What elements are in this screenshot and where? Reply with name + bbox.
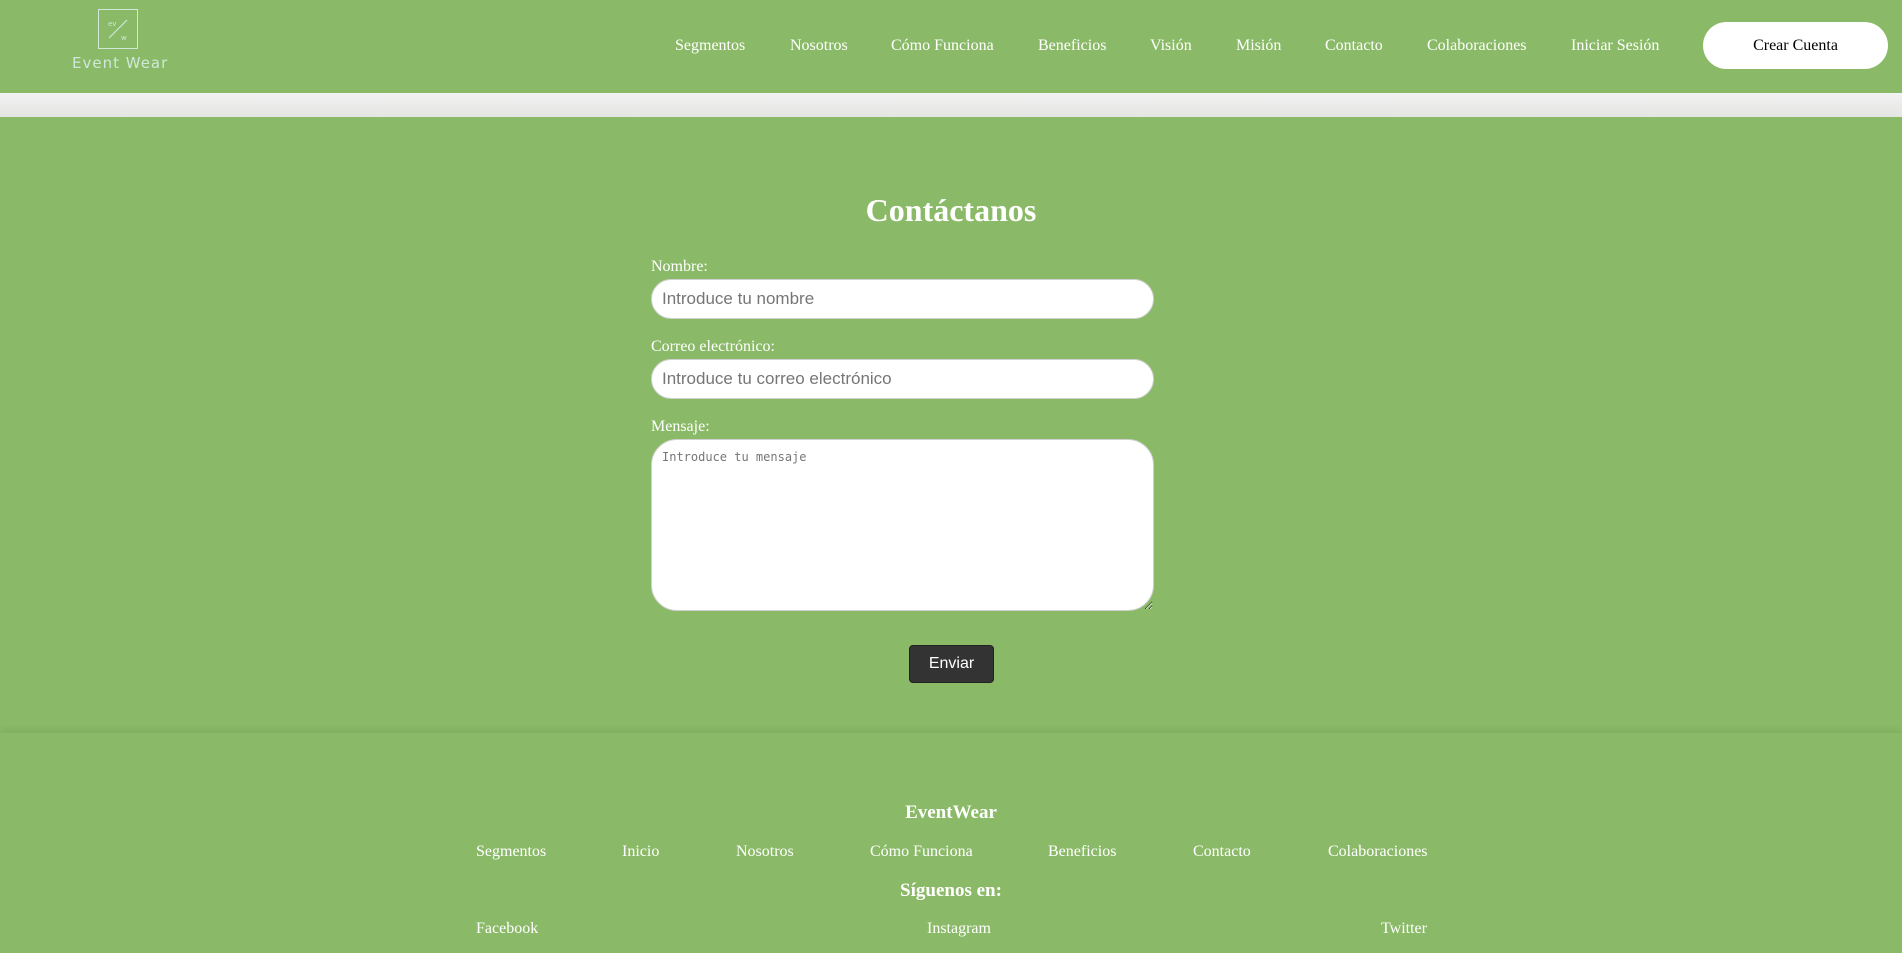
- message-textarea[interactable]: [651, 439, 1154, 611]
- site-header: ev w Event Wear Segmentos Nosotros Cómo …: [0, 0, 1902, 93]
- nav-link-colaboraciones[interactable]: Colaboraciones: [1427, 37, 1527, 55]
- nav-link-segmentos[interactable]: Segmentos: [675, 37, 745, 55]
- create-account-button[interactable]: Crear Cuenta: [1703, 22, 1888, 69]
- social-link-twitter[interactable]: Twitter: [1381, 920, 1427, 938]
- nav-link-iniciar-sesion[interactable]: Iniciar Sesión: [1571, 37, 1659, 55]
- svg-text:w: w: [121, 34, 127, 42]
- social-link-facebook[interactable]: Facebook: [476, 920, 538, 938]
- footer-link-inicio[interactable]: Inicio: [622, 843, 659, 861]
- name-input[interactable]: [651, 279, 1154, 319]
- message-label: Mensaje:: [651, 418, 710, 435]
- svg-text:ev: ev: [108, 20, 116, 28]
- site-footer: EventWear Segmentos Inicio Nosotros Cómo…: [0, 733, 1902, 953]
- footer-link-segmentos[interactable]: Segmentos: [476, 843, 546, 861]
- header-divider: [0, 93, 1902, 117]
- nav-link-mision[interactable]: Misión: [1236, 37, 1281, 55]
- logo-mark-icon: ev w: [98, 9, 138, 49]
- footer-brand: EventWear: [905, 802, 997, 823]
- footer-link-beneficios[interactable]: Beneficios: [1048, 843, 1116, 861]
- contact-form: Nombre: Correo electrónico: Mensaje:: [651, 258, 1154, 616]
- nav-link-vision[interactable]: Visión: [1150, 37, 1192, 55]
- social-link-instagram[interactable]: Instagram: [927, 920, 991, 938]
- footer-link-contacto[interactable]: Contacto: [1193, 843, 1251, 861]
- follow-us-title: Síguenos en:: [900, 880, 1002, 901]
- email-input[interactable]: [651, 359, 1154, 399]
- nav-link-como-funciona[interactable]: Cómo Funciona: [891, 37, 994, 55]
- footer-link-como-funciona[interactable]: Cómo Funciona: [870, 843, 973, 861]
- contact-title: Contáctanos: [865, 192, 1037, 228]
- nav-link-nosotros[interactable]: Nosotros: [790, 37, 848, 55]
- footer-link-nosotros[interactable]: Nosotros: [736, 843, 794, 861]
- brand-logo[interactable]: ev w Event Wear: [72, 9, 169, 72]
- nav-link-beneficios[interactable]: Beneficios: [1038, 37, 1106, 55]
- footer-link-colaboraciones[interactable]: Colaboraciones: [1328, 843, 1428, 861]
- name-label: Nombre:: [651, 258, 708, 275]
- send-button[interactable]: Enviar: [909, 645, 994, 683]
- nav-link-contacto[interactable]: Contacto: [1325, 37, 1383, 55]
- email-label: Correo electrónico:: [651, 338, 775, 355]
- brand-name: Event Wear: [72, 54, 169, 72]
